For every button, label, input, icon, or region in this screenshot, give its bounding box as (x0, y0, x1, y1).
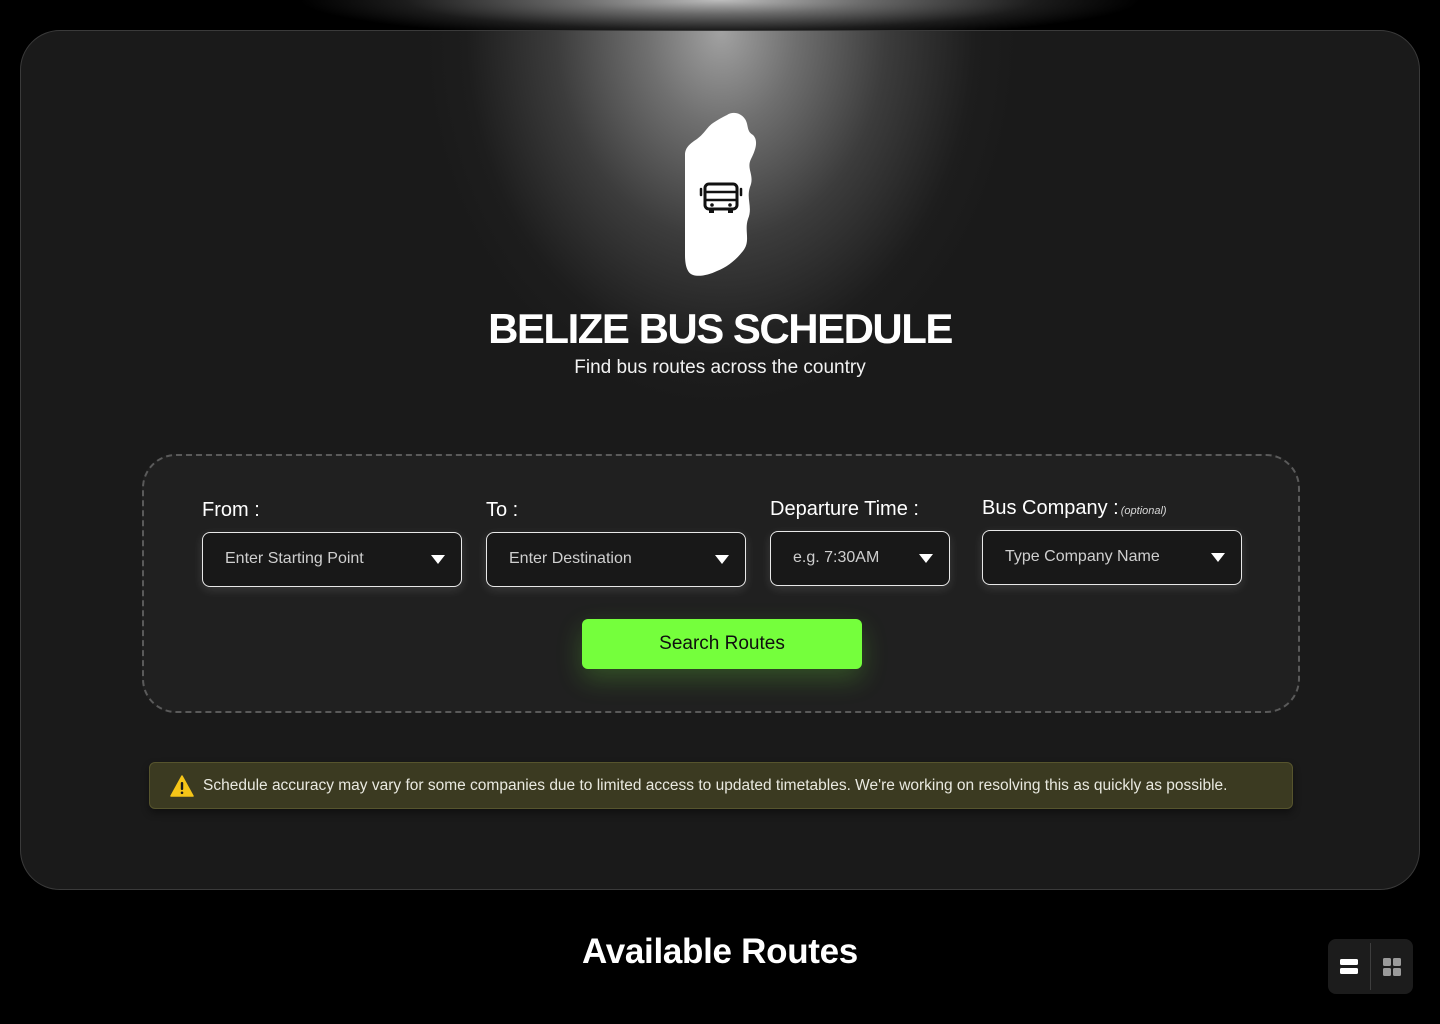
list-view-icon (1340, 959, 1358, 974)
company-select[interactable]: Type Company Name (982, 530, 1242, 585)
search-routes-button[interactable]: Search Routes (582, 619, 862, 669)
departure-placeholder: e.g. 7:30AM (793, 549, 880, 566)
bus-icon (699, 182, 743, 213)
accuracy-notice: Schedule accuracy may vary for some comp… (149, 762, 1293, 809)
optional-hint: (optional) (1120, 505, 1167, 517)
warning-icon (170, 775, 194, 797)
to-select[interactable]: Enter Destination (486, 532, 746, 587)
hero-card: BELIZE BUS SCHEDULE Find bus routes acro… (20, 30, 1420, 890)
page-title: BELIZE BUS SCHEDULE (488, 305, 953, 352)
available-routes-heading: Available Routes (582, 932, 858, 971)
company-label: Bus Company : (optional) (982, 497, 1167, 520)
from-placeholder: Enter Starting Point (225, 550, 364, 567)
chevron-down-icon (919, 554, 933, 563)
company-placeholder: Type Company Name (1005, 548, 1160, 565)
from-select[interactable]: Enter Starting Point (202, 532, 462, 587)
company-label-text: Bus Company : (982, 497, 1119, 519)
to-label: To : (486, 499, 519, 521)
search-form: From : Enter Starting Point To : Enter D… (142, 454, 1300, 713)
grid-view-icon (1383, 958, 1401, 976)
page-subtitle: Find bus routes across the country (574, 357, 866, 378)
view-toggle (1328, 939, 1413, 994)
to-placeholder: Enter Destination (509, 550, 632, 567)
list-view-button[interactable] (1328, 939, 1370, 994)
chevron-down-icon (431, 555, 445, 564)
chevron-down-icon (1211, 553, 1225, 562)
grid-view-button[interactable] (1371, 939, 1413, 994)
chevron-down-icon (715, 555, 729, 564)
departure-select[interactable]: e.g. 7:30AM (770, 531, 950, 586)
departure-label: Departure Time : (770, 498, 919, 520)
notice-text: Schedule accuracy may vary for some comp… (203, 777, 1228, 794)
from-label: From : (202, 499, 260, 521)
